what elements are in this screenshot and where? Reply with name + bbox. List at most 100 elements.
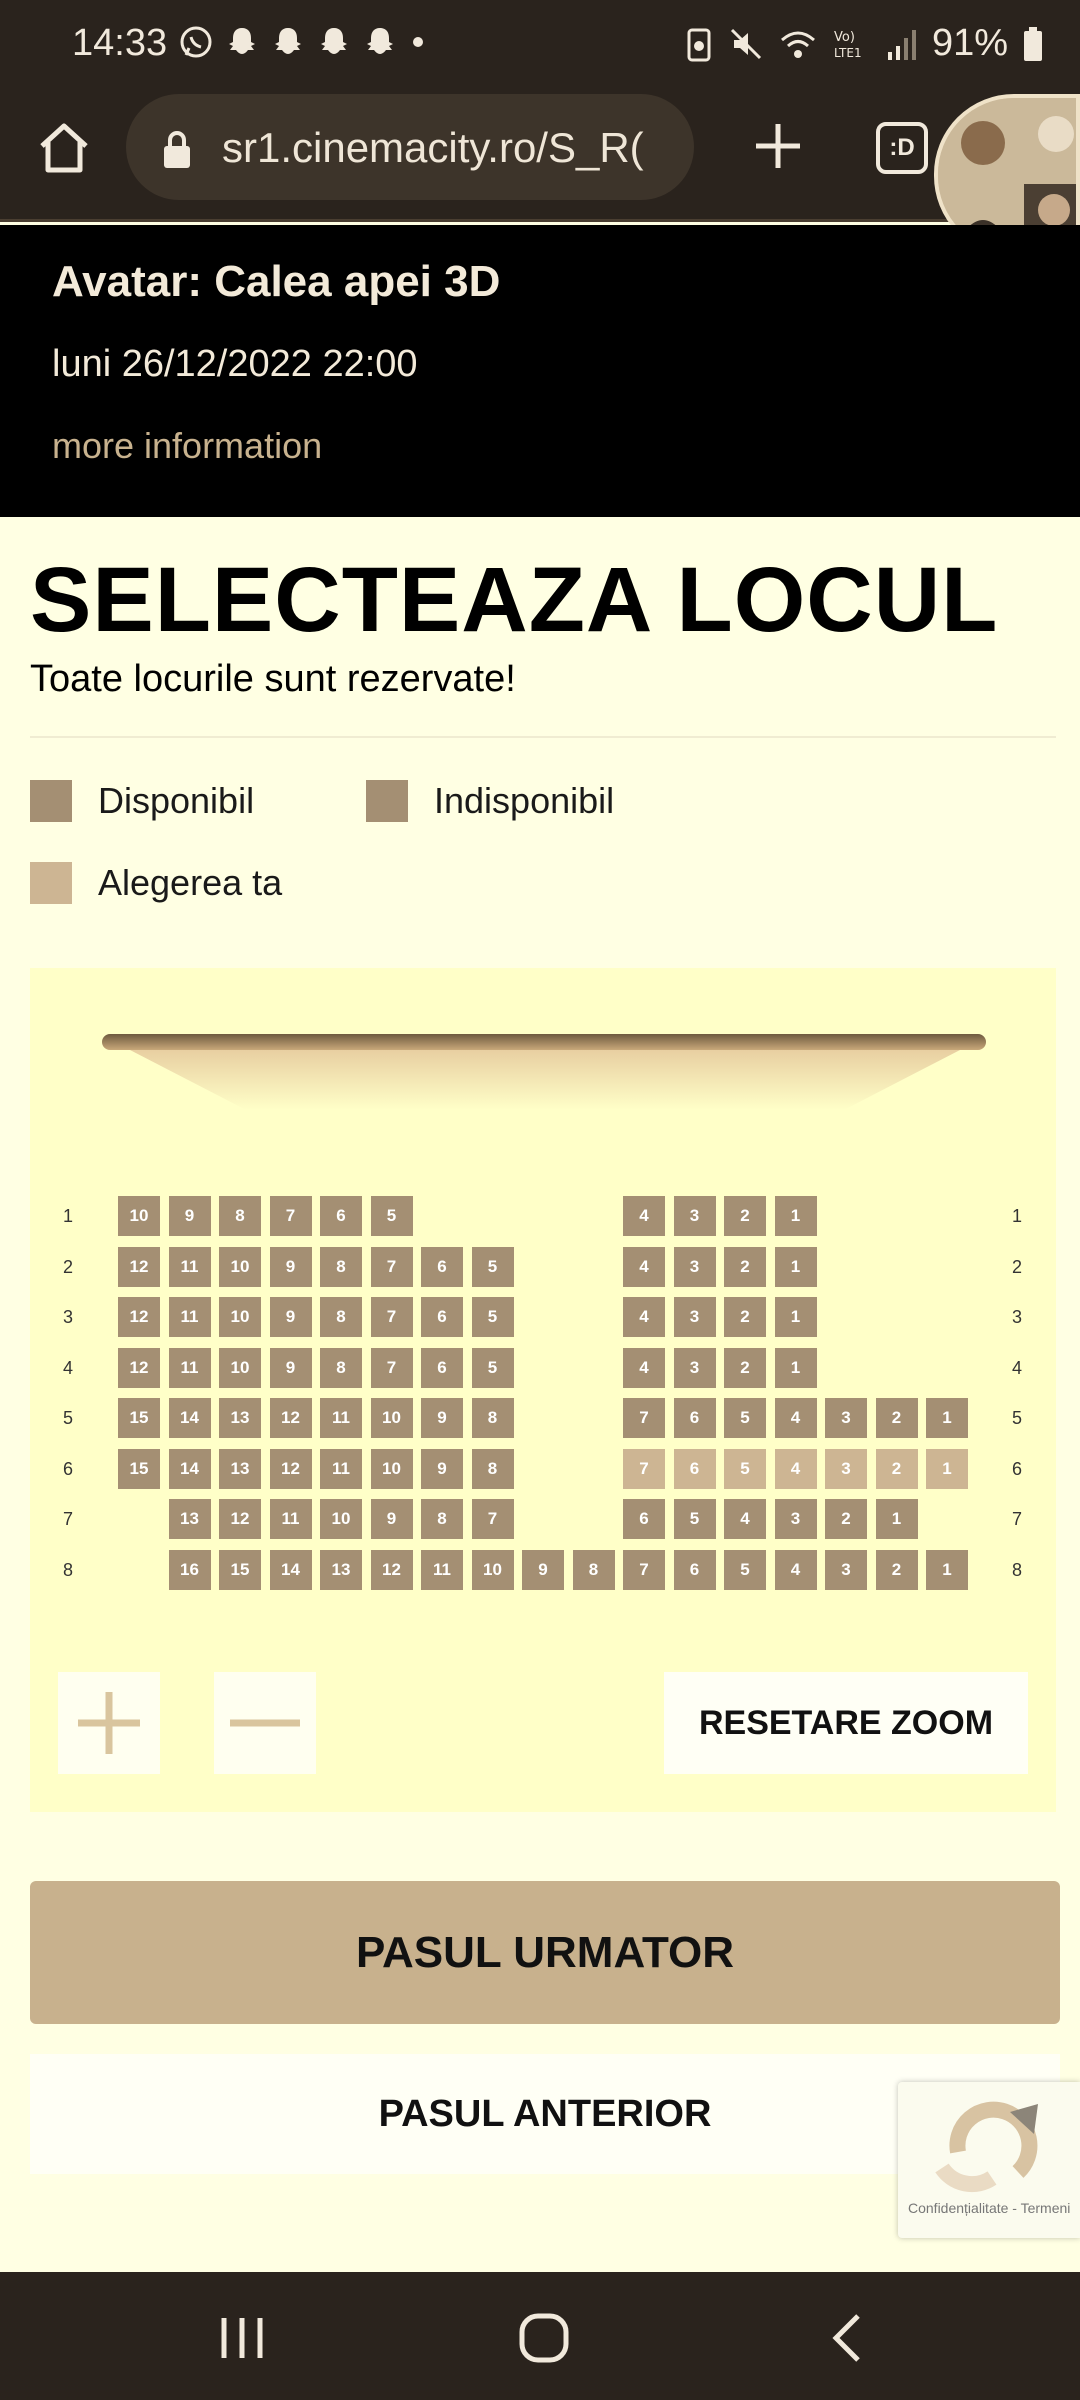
seat-map[interactable]: RESETARE ZOOM 1 1 10 9 8 7 6 5 4 3 2 1 2 2 12 11 10 9 8 7 6 5… — [30, 968, 1056, 1812]
back-icon[interactable] — [818, 2312, 878, 2364]
seat[interactable]: 7 — [269, 1196, 312, 1236]
seat[interactable]: 5 — [724, 1549, 766, 1590]
seat[interactable]: 1 — [875, 1499, 918, 1539]
seat[interactable]: 5 — [370, 1196, 413, 1236]
seat[interactable]: 2 — [724, 1196, 766, 1236]
seat[interactable]: 16 — [168, 1549, 211, 1590]
seat[interactable]: 4 — [623, 1246, 665, 1287]
recaptcha-links[interactable]: Confidențialitate - Termeni — [908, 2200, 1070, 2216]
seat[interactable]: 8 — [320, 1297, 362, 1337]
home-icon[interactable] — [34, 118, 94, 178]
seat[interactable]: 1 — [774, 1347, 817, 1388]
seat[interactable]: 5 — [724, 1398, 766, 1438]
seat[interactable]: 8 — [471, 1398, 514, 1438]
seat[interactable]: 2 — [875, 1398, 918, 1438]
seat[interactable]: 1 — [926, 1549, 968, 1590]
seat[interactable]: 6 — [673, 1549, 716, 1590]
reset-zoom-button[interactable]: RESETARE ZOOM — [664, 1672, 1028, 1774]
seat[interactable]: 15 — [118, 1448, 160, 1489]
seat[interactable]: 1 — [926, 1398, 968, 1438]
seat[interactable]: 9 — [269, 1347, 312, 1388]
seat[interactable]: 2 — [825, 1499, 867, 1539]
seat[interactable]: 5 — [724, 1448, 766, 1489]
seat[interactable]: 14 — [168, 1448, 211, 1489]
seat[interactable]: 10 — [471, 1549, 514, 1590]
seat[interactable]: 3 — [774, 1499, 817, 1539]
home-nav-icon[interactable] — [514, 2312, 574, 2364]
seat[interactable]: 1 — [774, 1196, 817, 1236]
seat[interactable]: 7 — [471, 1499, 514, 1539]
seat[interactable]: 8 — [572, 1549, 615, 1590]
seat[interactable]: 14 — [269, 1549, 312, 1590]
seat[interactable]: 2 — [875, 1549, 918, 1590]
seat[interactable]: 11 — [168, 1347, 211, 1388]
seat[interactable]: 14 — [168, 1398, 211, 1438]
next-step-button[interactable]: PASUL URMATOR — [30, 1881, 1060, 2024]
seat[interactable]: 5 — [673, 1499, 716, 1539]
seat[interactable]: 4 — [774, 1448, 817, 1489]
seat[interactable]: 10 — [118, 1196, 160, 1236]
seat[interactable]: 11 — [269, 1499, 312, 1539]
seat[interactable]: 12 — [118, 1297, 160, 1337]
seat[interactable]: 10 — [219, 1347, 261, 1388]
seat[interactable]: 2 — [724, 1246, 766, 1287]
seat[interactable]: 5 — [471, 1347, 514, 1388]
seat[interactable]: 9 — [522, 1549, 564, 1590]
seat[interactable]: 8 — [320, 1347, 362, 1388]
seat[interactable]: 3 — [825, 1448, 867, 1489]
seat[interactable]: 15 — [118, 1398, 160, 1438]
seat[interactable]: 8 — [219, 1196, 261, 1236]
seat[interactable]: 7 — [370, 1347, 413, 1388]
seat[interactable]: 13 — [168, 1499, 211, 1539]
seat[interactable]: 2 — [724, 1297, 766, 1337]
seat[interactable]: 10 — [219, 1297, 261, 1337]
seat[interactable]: 4 — [774, 1549, 817, 1590]
seat[interactable]: 12 — [219, 1499, 261, 1539]
seat[interactable]: 2 — [875, 1448, 918, 1489]
seat[interactable]: 9 — [269, 1246, 312, 1287]
seat[interactable]: 12 — [269, 1398, 312, 1438]
seat[interactable]: 8 — [421, 1499, 463, 1539]
seat[interactable]: 10 — [320, 1499, 362, 1539]
seat[interactable]: 13 — [320, 1549, 362, 1590]
seat[interactable]: 3 — [673, 1246, 716, 1287]
seat[interactable]: 11 — [168, 1246, 211, 1287]
seat[interactable]: 12 — [269, 1448, 312, 1489]
seat[interactable]: 12 — [370, 1549, 413, 1590]
recaptcha-badge[interactable]: Confidențialitate - Termeni — [898, 2082, 1080, 2238]
seat[interactable]: 11 — [320, 1398, 362, 1438]
seat[interactable]: 6 — [673, 1448, 716, 1489]
seat[interactable]: 5 — [471, 1246, 514, 1287]
seat[interactable]: 7 — [370, 1297, 413, 1337]
zoom-in-button[interactable] — [58, 1672, 160, 1774]
seat[interactable]: 5 — [471, 1297, 514, 1337]
seat[interactable]: 6 — [320, 1196, 362, 1236]
seat[interactable]: 11 — [168, 1297, 211, 1337]
seat[interactable]: 9 — [370, 1499, 413, 1539]
seat[interactable]: 12 — [118, 1347, 160, 1388]
seat[interactable]: 4 — [623, 1347, 665, 1388]
seat[interactable]: 1 — [774, 1297, 817, 1337]
seat[interactable]: 3 — [673, 1297, 716, 1337]
seat[interactable]: 1 — [926, 1448, 968, 1489]
seat[interactable]: 3 — [673, 1347, 716, 1388]
seat[interactable]: 13 — [219, 1398, 261, 1438]
seat[interactable]: 4 — [623, 1297, 665, 1337]
seat[interactable]: 6 — [421, 1246, 463, 1287]
seat[interactable]: 9 — [269, 1297, 312, 1337]
seat[interactable]: 3 — [673, 1196, 716, 1236]
seat[interactable]: 7 — [623, 1398, 665, 1438]
seat[interactable]: 1 — [774, 1246, 817, 1287]
seat[interactable]: 10 — [370, 1398, 413, 1438]
seat[interactable]: 6 — [421, 1297, 463, 1337]
seat[interactable]: 10 — [219, 1246, 261, 1287]
zoom-out-button[interactable] — [214, 1672, 316, 1774]
seat[interactable]: 2 — [724, 1347, 766, 1388]
seat[interactable]: 9 — [421, 1398, 463, 1438]
new-tab-icon[interactable] — [748, 116, 808, 176]
tabs-button[interactable]: :D — [876, 122, 928, 174]
seat[interactable]: 8 — [320, 1246, 362, 1287]
recent-apps-icon[interactable] — [212, 2312, 272, 2364]
seat[interactable]: 11 — [320, 1448, 362, 1489]
seat[interactable]: 3 — [825, 1398, 867, 1438]
